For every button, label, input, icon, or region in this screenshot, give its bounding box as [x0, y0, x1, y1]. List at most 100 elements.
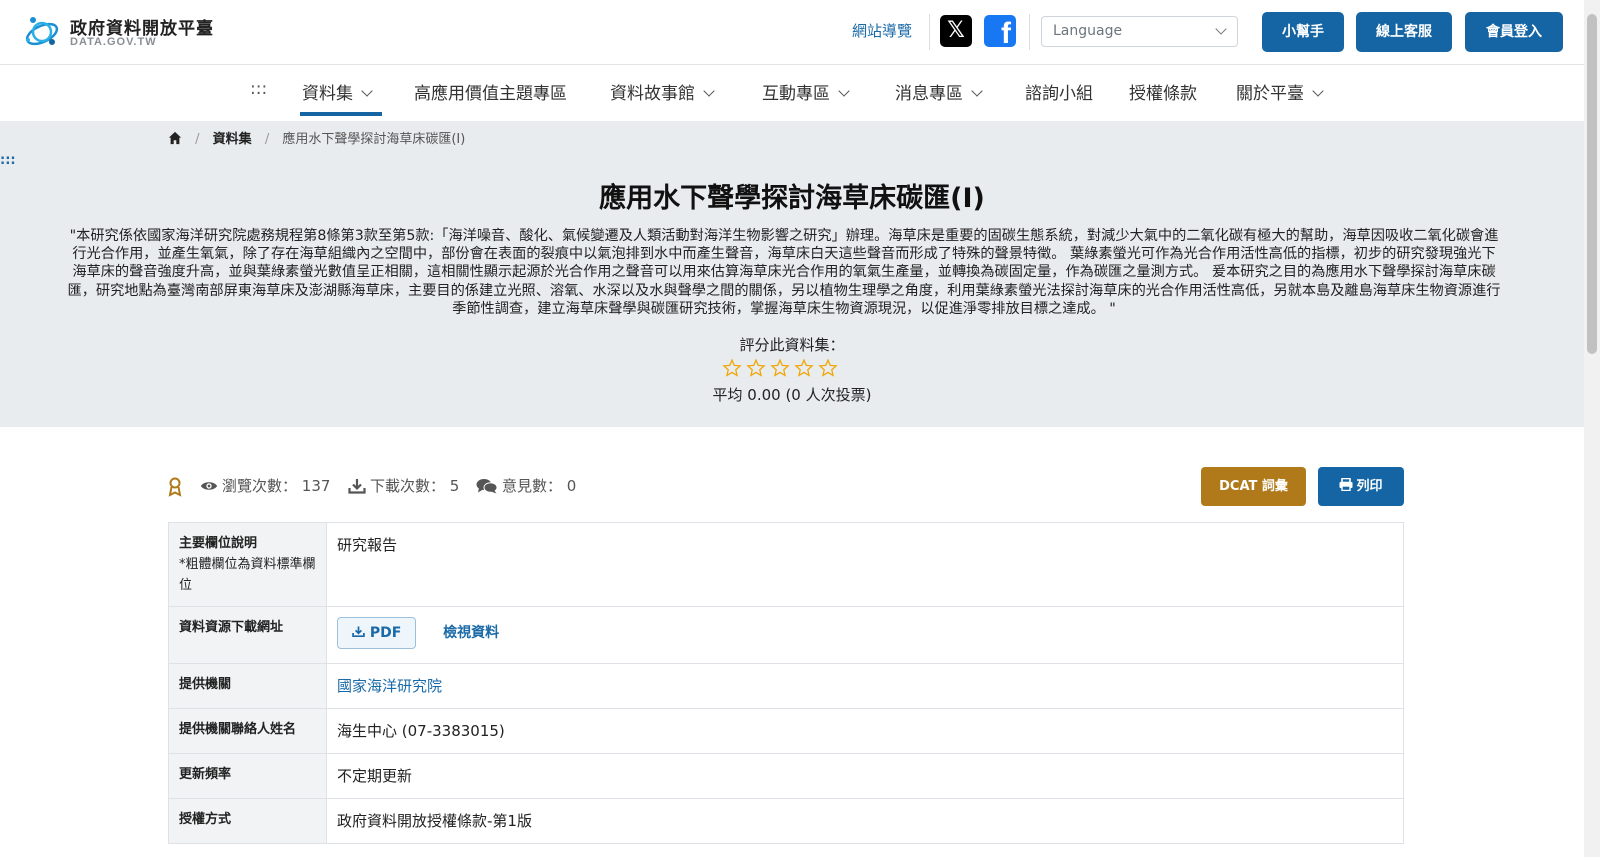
star-icon[interactable] — [794, 358, 814, 378]
row-key: 資料資源下載網址 — [169, 607, 327, 663]
nav-label: 資料集 — [302, 84, 353, 104]
page-scrollbar[interactable] — [1584, 0, 1600, 857]
nav-item-datasets[interactable]: 資料集 — [302, 79, 373, 104]
row-key: 提供機關聯絡人姓名 — [169, 709, 327, 753]
table-row: 主要欄位說明 *粗體欄位為資料標準欄位 研究報告 — [169, 523, 1403, 607]
star-icon[interactable] — [722, 358, 742, 378]
pdf-label: PDF — [369, 625, 402, 641]
comments-icon — [476, 479, 498, 494]
star-icon[interactable] — [818, 358, 838, 378]
dcat-button[interactable]: DCAT 詞彙 — [1201, 467, 1306, 506]
page-title: 應用水下聲學探討海草床碳匯(I) — [599, 183, 985, 214]
nav-label: 資料故事館 — [610, 84, 695, 104]
row-value: 不定期更新 — [337, 767, 413, 785]
main-nav: ::: 資料集 高應用價值主題專區 資料故事館 互動專區 消息專區 諮詢小組 授… — [0, 64, 1584, 121]
star-icon[interactable] — [746, 358, 766, 378]
site-logo[interactable]: 政府資料開放平臺 DATA.GOV.TW — [22, 12, 232, 52]
chevron-down-icon — [971, 85, 983, 97]
breadcrumb-separator: / — [264, 132, 270, 147]
row-value: 政府資料開放授權條款-第1版 — [337, 812, 532, 830]
row-key-label: 主要欄位說明 — [179, 536, 258, 551]
rating-label: 評分此資料集： — [739, 336, 845, 354]
content-anchor[interactable]: ::: — [0, 153, 16, 168]
table-row: 更新頻率 不定期更新 — [169, 754, 1403, 799]
breadcrumb-datasets[interactable]: 資料集 — [213, 132, 252, 147]
helper-button[interactable]: 小幫手 — [1262, 12, 1344, 52]
row-key: 更新頻率 — [169, 754, 327, 798]
star-icon[interactable] — [770, 358, 790, 378]
scrollbar-thumb[interactable] — [1587, 14, 1597, 354]
dataset-metadata-table: 主要欄位說明 *粗體欄位為資料標準欄位 研究報告 資料資源下載網址 PDF 檢視… — [168, 522, 1404, 844]
dataset-hero: / 資料集 / 應用水下聲學探討海草床碳匯(I) ::: 應用水下聲學探討海草床… — [0, 121, 1584, 427]
dataset-description: "本研究係依國家海洋研究院處務規程第8條第3款至第5款:「海洋噪音、酸化、氣候變… — [67, 228, 1501, 317]
rating-stars — [722, 358, 842, 380]
chevron-down-icon — [361, 85, 373, 97]
chevron-down-icon — [1312, 85, 1324, 97]
online-service-button[interactable]: 線上客服 — [1356, 12, 1452, 52]
nav-label: 諮詢小組 — [1025, 84, 1093, 104]
printer-icon — [1339, 477, 1353, 492]
nav-item-data-stories[interactable]: 資料故事館 — [610, 79, 715, 104]
nav-label: 高應用價值主題專區 — [414, 84, 567, 104]
nav-item-advisory[interactable]: 諮詢小組 — [1025, 79, 1093, 104]
facebook-icon[interactable]: f — [984, 15, 1016, 50]
view-data-link[interactable]: 檢視資料 — [443, 625, 499, 641]
downloads-count: 5 — [449, 477, 460, 495]
row-key: 提供機關 — [169, 664, 327, 708]
divider — [1029, 14, 1030, 50]
breadcrumb: / 資料集 / 應用水下聲學探討海草床碳匯(I) — [168, 128, 465, 147]
nav-label: 消息專區 — [895, 84, 963, 104]
language-select[interactable]: Language — [1041, 16, 1238, 47]
rating-summary: 平均 0.00 (0 人次投票) — [712, 386, 872, 404]
download-icon — [352, 626, 365, 638]
row-value: PDF 檢視資料 — [327, 607, 1403, 659]
nav-item-interactive[interactable]: 互動專區 — [762, 79, 850, 104]
nav-label: 關於平臺 — [1236, 84, 1304, 104]
row-key: 主要欄位說明 *粗體欄位為資料標準欄位 — [169, 523, 327, 606]
sitemap-link[interactable]: 網站導覽 — [852, 20, 912, 41]
row-key: 授權方式 — [169, 799, 327, 843]
nav-item-about[interactable]: 關於平臺 — [1236, 79, 1324, 104]
comments-label: 意見數： — [502, 477, 563, 495]
table-row: 授權方式 政府資料開放授權條款-第1版 — [169, 799, 1403, 844]
nav-item-news[interactable]: 消息專區 — [895, 79, 983, 104]
row-value: 研究報告 — [337, 536, 398, 554]
breadcrumb-separator: / — [195, 132, 200, 147]
chevron-down-icon — [1215, 23, 1227, 35]
nav-skip-anchor[interactable]: ::: — [250, 79, 267, 99]
comments-count: 0 — [566, 477, 577, 495]
breadcrumb-home[interactable] — [168, 131, 186, 147]
chevron-down-icon — [703, 85, 715, 97]
views-label: 瀏覽次數： — [222, 477, 298, 495]
comments-stat: 意見數： 0 — [476, 475, 576, 496]
download-icon — [348, 479, 366, 494]
pdf-download-button[interactable]: PDF — [337, 617, 417, 649]
nav-active-indicator — [300, 112, 382, 116]
row-key-note: *粗體欄位為資料標準欄位 — [179, 557, 316, 593]
badge-icon — [168, 475, 182, 499]
table-row: 資料資源下載網址 PDF 檢視資料 — [169, 607, 1403, 664]
nav-label: 授權條款 — [1129, 84, 1197, 104]
divider — [929, 14, 930, 50]
home-icon — [168, 131, 182, 145]
row-value: 國家海洋研究院 — [327, 664, 1403, 708]
facebook-glyph: f — [1001, 17, 1011, 50]
nav-item-high-value[interactable]: 高應用價值主題專區 — [414, 79, 567, 104]
logo-subtitle: DATA.GOV.TW — [70, 36, 157, 48]
row-value: 海生中心 (07-3383015) — [337, 722, 505, 740]
site-header: 政府資料開放平臺 DATA.GOV.TW 網站導覽 𝕏 f Language 小… — [0, 0, 1584, 64]
nav-item-license[interactable]: 授權條款 — [1129, 79, 1197, 104]
eye-icon — [200, 482, 218, 490]
print-button[interactable]: 列印 — [1318, 467, 1404, 506]
table-row: 提供機關 國家海洋研究院 — [169, 664, 1403, 709]
member-login-button[interactable]: 會員登入 — [1465, 12, 1563, 52]
table-row: 提供機關聯絡人姓名 海生中心 (07-3383015) — [169, 709, 1403, 754]
logo-globe-icon — [25, 17, 59, 46]
chevron-down-icon — [838, 85, 850, 97]
provider-org-link[interactable]: 國家海洋研究院 — [337, 677, 442, 695]
nav-label: 互動專區 — [762, 84, 830, 104]
breadcrumb-current: 應用水下聲學探討海草床碳匯(I) — [282, 132, 466, 147]
x-twitter-icon[interactable]: 𝕏 — [940, 15, 972, 47]
views-stat: 瀏覽次數： 137 — [200, 475, 330, 496]
print-label: 列印 — [1356, 479, 1383, 494]
